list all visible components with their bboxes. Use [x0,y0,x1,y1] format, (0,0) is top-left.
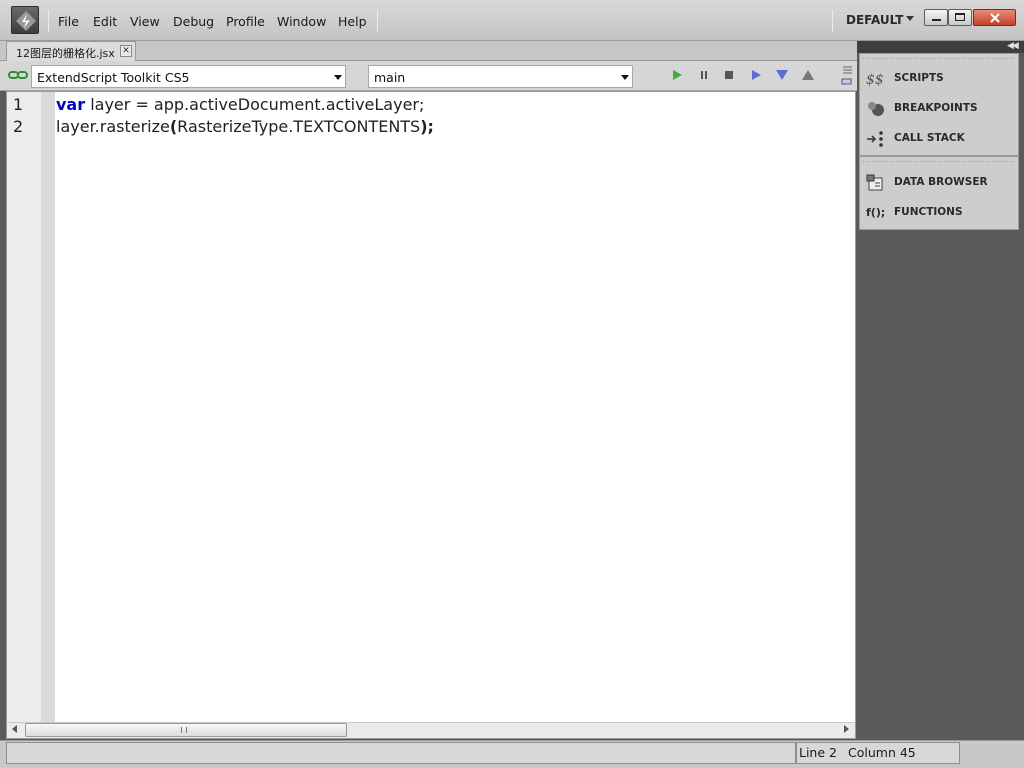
panel-grip[interactable] [862,160,1016,164]
panel-dock-header [857,41,1024,53]
run-icon[interactable] [671,69,683,81]
pause-icon[interactable] [699,70,709,80]
scroll-left-icon[interactable] [12,725,17,733]
target-engine-select[interactable]: main [368,65,633,88]
line-number: 2 [13,117,24,136]
line-number-gutter [7,92,41,722]
line-number: 1 [13,95,24,114]
estk-logo-icon[interactable] [11,6,39,34]
panel-scripts[interactable]: SCRIPTS [894,72,944,84]
target-app-select[interactable]: ExtendScript Toolkit CS5 [31,65,346,88]
breakpoints-icon [868,102,884,116]
step-into-icon[interactable] [775,69,789,81]
fold-margin [41,92,55,722]
call-stack-icon [867,131,883,147]
menu-help[interactable]: Help [338,14,367,29]
panel-call-stack[interactable]: CALL STACK [894,132,965,144]
panel-menu-icon[interactable] [838,65,854,87]
scroll-right-icon[interactable] [844,725,849,733]
workspace-switcher[interactable]: DEFAULT [846,13,904,27]
maximize-icon [955,13,965,21]
code-token: layer = app.activeDocument.activeLayer; [85,95,425,114]
code-token: ); [420,117,434,136]
panel-data-browser[interactable]: DATA BROWSER [894,176,988,188]
scrollbar-thumb[interactable] [25,723,347,737]
menu-separator [377,10,378,32]
status-message [6,742,796,764]
panel-functions[interactable]: FUNCTIONS [894,206,963,218]
target-engine-value: main [374,70,406,85]
chevron-down-icon[interactable] [906,16,914,21]
close-icon [990,13,1000,23]
keyword-token: var [56,95,86,114]
chevron-down-icon [334,75,342,80]
svg-text:$$: $$ [866,72,884,88]
minimize-button[interactable] [924,9,948,26]
menu-view[interactable]: View [130,14,160,29]
status-column: Column 45 [848,745,916,760]
code-token: layer.rasterize [56,117,170,136]
menu-separator [48,10,49,32]
grip-icon [181,727,187,733]
code-line[interactable]: layer.rasterize(RasterizeType.TEXTCONTEN… [56,117,434,136]
code-line[interactable]: var layer = app.activeDocument.activeLay… [56,95,424,114]
tab-document[interactable]: 12图层的栅格化.jsx ✕ [6,41,136,61]
workspace-separator [832,10,833,32]
collapse-panels-icon[interactable]: ◀◀ [1007,41,1019,51]
minimize-icon [932,19,941,21]
step-over-icon[interactable] [750,69,762,81]
functions-icon: f(); [866,206,886,219]
code-editor[interactable] [6,91,856,739]
link-icon[interactable] [8,70,28,80]
menu-profile[interactable]: Profile [226,14,265,29]
menu-debug[interactable]: Debug [173,14,214,29]
menu-edit[interactable]: Edit [93,14,117,29]
close-icon[interactable]: ✕ [120,45,132,57]
panel-breakpoints[interactable]: BREAKPOINTS [894,102,978,114]
target-app-value: ExtendScript Toolkit CS5 [37,70,190,85]
panel-grip[interactable] [862,57,1016,61]
stop-icon[interactable] [724,70,734,80]
menu-file[interactable]: File [58,14,79,29]
code-token: RasterizeType.TEXTCONTENTS [177,117,421,136]
chevron-down-icon [621,75,629,80]
menu-window[interactable]: Window [277,14,326,29]
tab-label: 12图层的栅格化.jsx [16,47,115,60]
data-browser-icon [866,174,883,191]
close-button[interactable] [973,9,1016,26]
maximize-button[interactable] [948,9,972,26]
step-out-icon[interactable] [801,69,815,81]
scripts-icon: $$ [866,72,884,88]
status-line: Line 2 [799,745,837,760]
